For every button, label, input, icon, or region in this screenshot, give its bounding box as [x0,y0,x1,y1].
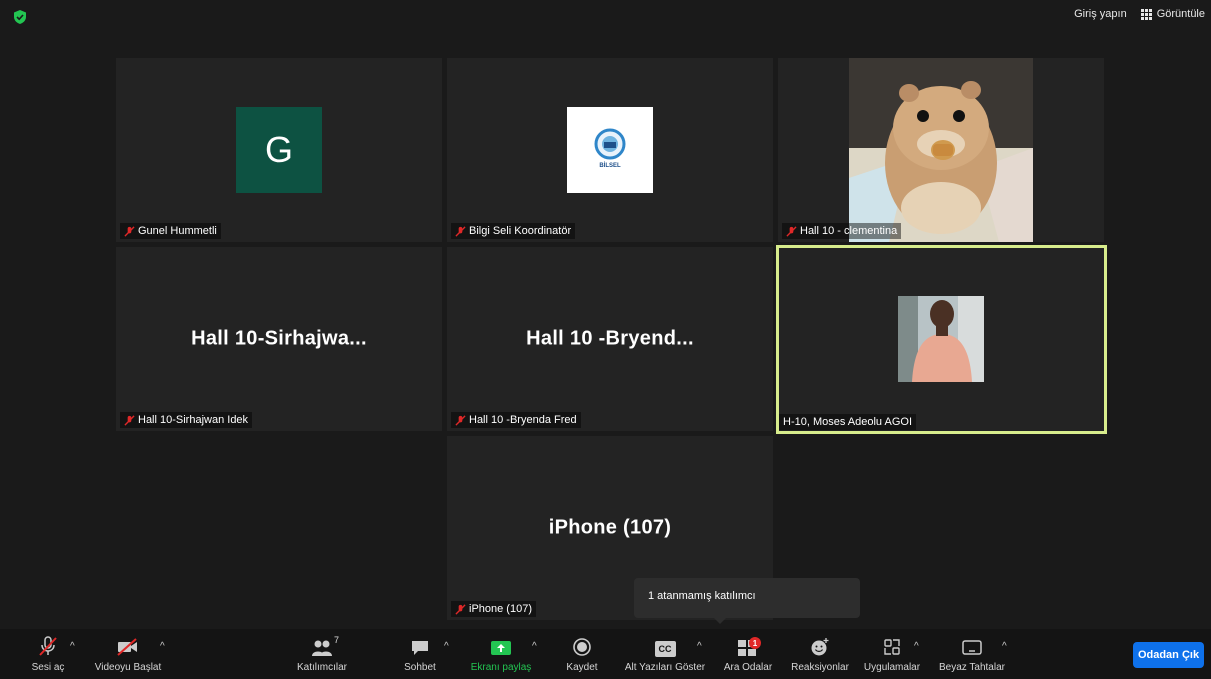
participant-name-label: Bilgi Seli Koordinatör [451,223,576,239]
chat-icon [412,641,428,655]
participants-icon [312,640,332,656]
participant-name: Hall 10 - clementina [800,225,898,237]
participant-name: Bilgi Seli Koordinatör [469,225,572,237]
record-icon [573,638,591,656]
video-tile-moses[interactable]: H-10, Moses Adeolu AGOI [776,245,1107,434]
share-screen-icon [491,641,511,655]
participant-display-name: Hall 10 -Bryend... [526,327,694,350]
organization-logo: BİLSEL [567,107,653,193]
reactions-smiley-icon [811,638,829,656]
whiteboards-button[interactable]: Beyaz Tahtalar [934,629,1010,679]
chat-button[interactable]: Sohbet [400,629,440,679]
shield-icon[interactable] [12,9,28,25]
captions-options-chevron-icon[interactable]: ^ [697,641,702,652]
mic-muted-icon [124,414,135,426]
start-video-button[interactable]: Videoyu Başlat [92,629,164,679]
apps-button[interactable]: Uygulamalar [860,629,924,679]
participant-name: Hall 10 -Bryenda Fred [469,414,577,426]
video-tile-gunel[interactable]: G Gunel Hummetli [116,58,442,242]
participant-display-name: iPhone (107) [548,516,672,539]
tooltip-text: 1 atanmamış katılımcı [648,590,756,602]
participants-count: 7 [333,635,339,645]
video-tile-bryenda[interactable]: Hall 10 -Bryend... Hall 10 -Bryenda Fred [447,247,773,431]
grid-view-icon [1140,8,1152,20]
audio-options-chevron-icon[interactable]: ^ [70,641,75,652]
participant-name-label: H-10, Moses Adeolu AGOI [779,414,917,430]
view-label: Görüntüle [1156,8,1205,20]
whiteboard-icon [962,640,982,655]
bilsel-logo-icon [594,128,626,160]
participant-name: Hall 10-Sirhajwan Idek [138,414,249,426]
apps-icon [884,639,900,655]
record-label: Kaydet [566,662,598,673]
mic-muted-icon [786,225,797,237]
start-video-label: Videoyu Başlat [94,662,162,673]
mic-muted-icon [455,414,466,426]
participant-name: H-10, Moses Adeolu AGOI [783,416,913,428]
hamster-photo [849,58,1033,242]
whiteboards-label: Beyaz Tahtalar [939,662,1005,673]
participant-name: Gunel Hummetli [138,225,217,237]
video-off-icon [117,638,137,656]
share-screen-label: Ekranı paylaş [470,662,532,673]
chat-label: Sohbet [404,662,436,673]
share-options-chevron-icon[interactable]: ^ [532,641,537,652]
show-captions-label: Alt Yazıları Göster [624,662,706,673]
participant-name-label: Hall 10 -Bryenda Fred [451,412,581,428]
avatar: G [236,107,322,193]
mic-muted-icon [39,636,57,656]
video-tile-sirhajwan[interactable]: Hall 10-Sirhajwa... Hall 10-Sirhajwan Id… [116,247,442,431]
closed-captions-icon: CC [654,641,676,657]
view-button[interactable]: Görüntüle [1140,8,1205,20]
video-options-chevron-icon[interactable]: ^ [160,641,165,652]
show-captions-button[interactable]: CC Alt Yazıları Göster [618,629,712,679]
logo-text: BİLSEL [599,163,621,169]
share-screen-button[interactable]: Ekranı paylaş [470,629,532,679]
mic-muted-icon [455,225,466,237]
apps-options-chevron-icon[interactable]: ^ [914,641,919,652]
top-bar: Giriş yapın Görüntüle [0,0,1211,34]
participant-photo [898,296,984,382]
mic-muted-icon [124,225,135,237]
participant-name-label: Gunel Hummetli [120,223,221,239]
video-tile-bilgi-seli[interactable]: BİLSEL Bilgi Seli Koordinatör [447,58,773,242]
unmute-button[interactable]: Sesi aç [30,629,66,679]
participants-label: Katılımcılar [296,662,347,673]
breakout-badge: 1 [749,637,761,649]
breakout-rooms-label: Ara Odalar [723,662,773,673]
participant-name: iPhone (107) [469,603,532,615]
reactions-label: Reaksiyonlar [791,662,849,673]
participant-display-name: Hall 10-Sirhajwa... [191,327,367,350]
mic-muted-icon [455,603,466,615]
chat-options-chevron-icon[interactable]: ^ [444,641,449,652]
breakout-tooltip: 1 atanmamış katılımcı [634,578,860,624]
reactions-button[interactable]: Reaksiyonlar [788,629,852,679]
breakout-rooms-button[interactable]: 1 Ara Odalar [718,629,778,679]
record-button[interactable]: Kaydet [562,629,602,679]
whiteboard-options-chevron-icon[interactable]: ^ [1002,641,1007,652]
apps-label: Uygulamalar [863,662,921,673]
unmute-label: Sesi aç [31,662,65,673]
participant-name-label: Hall 10 - clementina [782,223,902,239]
participant-name-label: Hall 10-Sirhajwan Idek [120,412,253,428]
video-tile-clementina[interactable]: Hall 10 - clementina [778,58,1104,242]
meeting-toolbar: Sesi aç ^ Videoyu Başlat ^ 7 Katılımcıla… [0,629,1211,679]
leave-room-button[interactable]: Odadan Çık [1133,642,1204,668]
participants-button[interactable]: 7 Katılımcılar [292,629,352,679]
signin-button[interactable]: Giriş yapın [1074,8,1127,20]
participant-name-label: iPhone (107) [451,601,536,617]
